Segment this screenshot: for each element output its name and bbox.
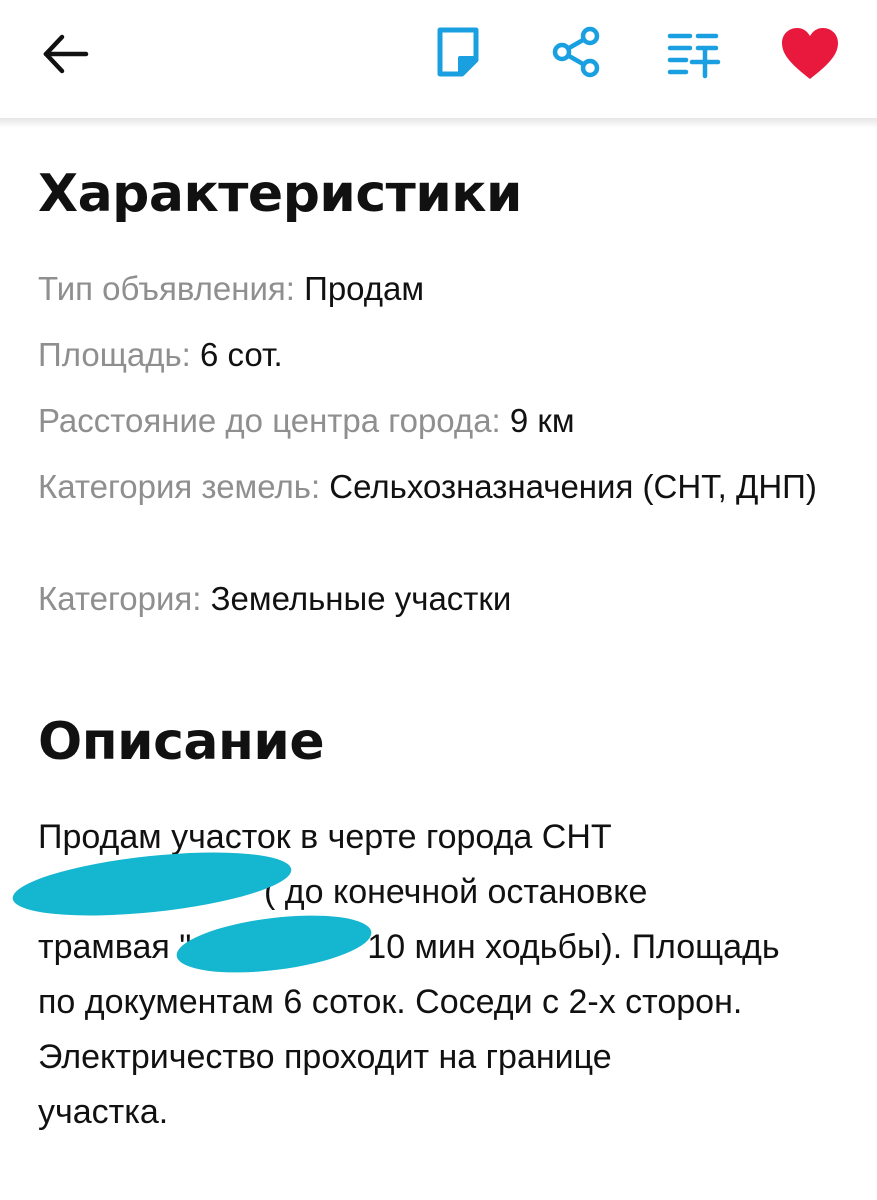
- attribute-category: Категория: Земельные участки: [38, 576, 838, 622]
- description-line: 10 мин ходьбы). Площадь: [367, 928, 780, 966]
- characteristics-title: Характеристики: [38, 164, 522, 224]
- description-line: участка.: [38, 1093, 169, 1131]
- back-button[interactable]: [34, 24, 94, 84]
- top-toolbar: [0, 0, 877, 118]
- note-button[interactable]: [428, 22, 488, 82]
- attribute-value: Земельные участки: [210, 580, 512, 617]
- attribute-value: Продам: [304, 270, 425, 307]
- playlist-add-icon: [667, 33, 721, 79]
- description-line: трамвая ": [38, 928, 192, 966]
- share-button[interactable]: [546, 22, 606, 82]
- attribute-land-category: Категория земель: Сельхозназначения (СНТ…: [38, 464, 838, 510]
- add-to-list-button[interactable]: [662, 22, 726, 82]
- attribute-value: 6 сот.: [200, 336, 283, 373]
- arrow-left-icon: [43, 34, 89, 74]
- share-icon: [552, 26, 600, 78]
- attribute-value: Сельхозназначения (СНТ, ДНП): [329, 468, 817, 505]
- attribute-label: Тип объявления:: [38, 270, 295, 307]
- toolbar-shadow: [0, 118, 877, 128]
- description-line: Продам участок в черте города СНТ: [38, 818, 612, 856]
- attribute-area: Площадь: 6 сот.: [38, 332, 838, 378]
- description-title: Описание: [38, 712, 325, 772]
- attribute-ad-type: Тип объявления: Продам: [38, 266, 838, 312]
- attribute-distance: Расстояние до центра города: 9 км: [38, 398, 838, 444]
- favorite-button[interactable]: [776, 22, 844, 86]
- note-icon: [437, 27, 479, 77]
- attribute-label: Категория земель:: [38, 468, 321, 505]
- description-line: ( до конечной остановке: [264, 873, 648, 911]
- attribute-label: Расстояние до центра города:: [38, 402, 501, 439]
- attribute-label: Площадь:: [38, 336, 191, 373]
- attribute-value: 9 км: [509, 402, 575, 439]
- attribute-label: Категория:: [38, 580, 202, 617]
- description-line: Электричество проходит на границе: [38, 1038, 612, 1076]
- heart-icon: [782, 28, 838, 79]
- description-line: по документам 6 соток. Соседи с 2-х стор…: [38, 983, 743, 1021]
